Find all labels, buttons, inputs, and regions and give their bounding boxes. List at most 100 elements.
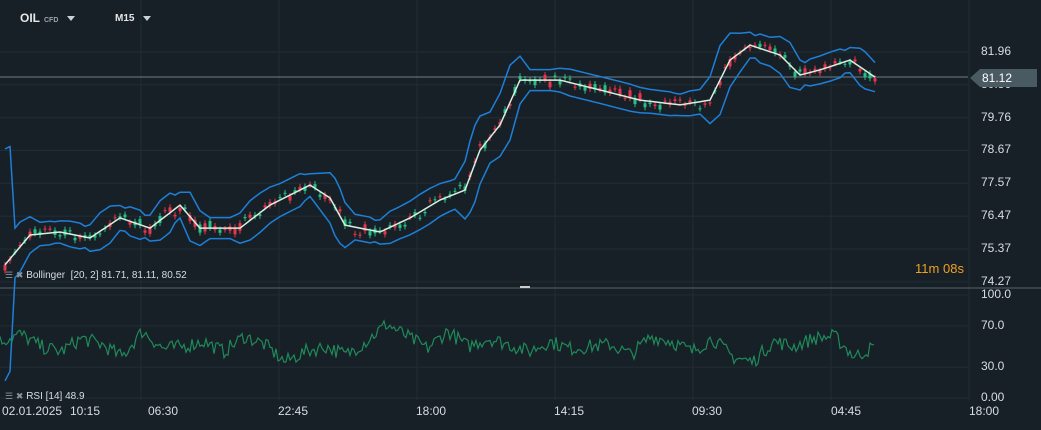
chart-canvas[interactable] bbox=[0, 0, 1041, 430]
candle bbox=[58, 235, 62, 237]
candle bbox=[33, 229, 37, 234]
candle bbox=[873, 78, 877, 82]
candle bbox=[688, 100, 692, 103]
candle bbox=[73, 237, 77, 241]
candle bbox=[703, 103, 707, 105]
pane-resize-handle[interactable] bbox=[520, 286, 530, 288]
candle bbox=[68, 230, 72, 232]
candle bbox=[43, 228, 47, 230]
candle bbox=[583, 87, 587, 91]
candle bbox=[613, 88, 617, 90]
candle bbox=[833, 61, 837, 64]
current-price-label: 81.12 bbox=[980, 69, 1037, 87]
candle bbox=[283, 192, 287, 194]
candle bbox=[548, 81, 552, 88]
candle bbox=[618, 88, 622, 95]
candle bbox=[748, 46, 752, 49]
close-icon[interactable]: ✖ bbox=[16, 270, 24, 280]
price-tick: 78.67 bbox=[981, 142, 1012, 157]
candle bbox=[223, 229, 227, 231]
bollinger-params: [20, 2] bbox=[70, 270, 99, 281]
candle bbox=[123, 214, 127, 218]
timeframe-selector[interactable]: M15 bbox=[115, 13, 152, 24]
candle bbox=[543, 74, 547, 80]
candle bbox=[478, 144, 482, 146]
candle bbox=[438, 196, 442, 198]
close-icon[interactable]: ✖ bbox=[16, 391, 24, 401]
rsi-line bbox=[0, 319, 874, 368]
price-marker-arrow bbox=[970, 69, 980, 87]
candle bbox=[383, 231, 387, 235]
chevron-down-icon bbox=[67, 16, 76, 22]
price-tick: 81.96 bbox=[981, 44, 1012, 58]
rsi-tick: 100.0 bbox=[981, 287, 1012, 301]
countdown-s-unit: s bbox=[957, 261, 964, 276]
candle bbox=[128, 222, 132, 225]
candle bbox=[113, 217, 117, 219]
candle bbox=[558, 80, 562, 85]
candle bbox=[568, 78, 572, 80]
time-tick: 14:15 bbox=[554, 404, 585, 418]
candle bbox=[288, 196, 292, 201]
candle bbox=[218, 229, 222, 233]
rsi-params: [14] bbox=[45, 391, 63, 402]
candle bbox=[698, 108, 702, 110]
symbol-type: CFD bbox=[44, 17, 59, 24]
countdown-minutes: 11 bbox=[915, 261, 929, 276]
candle bbox=[263, 205, 267, 208]
candle bbox=[428, 200, 432, 202]
price-tick: 79.76 bbox=[981, 109, 1012, 124]
timeframe-label: M15 bbox=[115, 13, 135, 24]
candle bbox=[458, 184, 462, 187]
candle bbox=[203, 223, 207, 232]
candle bbox=[143, 230, 147, 233]
candle bbox=[763, 44, 767, 46]
candle bbox=[433, 199, 437, 201]
time-tick: 18:00 bbox=[416, 404, 447, 418]
candle bbox=[798, 69, 802, 72]
candle bbox=[648, 102, 652, 105]
time-tick: 09:30 bbox=[692, 404, 723, 418]
candle bbox=[368, 231, 372, 236]
candle bbox=[858, 68, 862, 72]
candle bbox=[178, 207, 182, 212]
time-tick: 10:15 bbox=[70, 404, 101, 418]
bollinger-legend: ☰ ✖ Bollinger [20, 2] 81.71, 81.11, 80.5… bbox=[5, 270, 187, 281]
time-tick: 18:00 bbox=[969, 404, 1000, 418]
candle bbox=[423, 212, 427, 214]
candle bbox=[208, 220, 212, 228]
candle bbox=[398, 224, 402, 229]
candle bbox=[783, 54, 787, 58]
candle bbox=[623, 97, 627, 99]
symbol-selector[interactable]: OIL CFD bbox=[20, 11, 76, 25]
bollinger-values: 81.71, 81.11, 80.52 bbox=[101, 270, 187, 281]
settings-icon[interactable]: ☰ bbox=[5, 270, 13, 280]
candle bbox=[653, 104, 657, 107]
candle bbox=[418, 217, 422, 219]
candle bbox=[353, 233, 357, 235]
candle bbox=[98, 233, 102, 235]
candle bbox=[848, 61, 852, 65]
bollinger-middle-line bbox=[4, 44, 876, 266]
candle bbox=[338, 209, 342, 212]
candle bbox=[348, 221, 352, 224]
rsi-tick: 0.00 bbox=[981, 390, 1005, 404]
countdown-m-unit: m bbox=[928, 261, 940, 276]
rsi-tick: 70.0 bbox=[981, 317, 1005, 332]
candle bbox=[573, 86, 577, 88]
candle bbox=[173, 214, 177, 217]
price-tick: 74.27 bbox=[981, 273, 1012, 288]
candle bbox=[163, 210, 167, 212]
rsi-label: RSI bbox=[26, 391, 43, 402]
candle bbox=[403, 224, 407, 227]
time-tick: 02.01.2025 bbox=[2, 404, 63, 418]
candle bbox=[793, 71, 797, 77]
candle bbox=[248, 214, 252, 218]
candle bbox=[853, 59, 857, 62]
candle bbox=[258, 214, 262, 216]
candle bbox=[358, 234, 362, 236]
settings-icon[interactable]: ☰ bbox=[5, 391, 13, 401]
candle bbox=[453, 190, 457, 192]
candle bbox=[663, 100, 667, 102]
candle bbox=[708, 102, 712, 104]
